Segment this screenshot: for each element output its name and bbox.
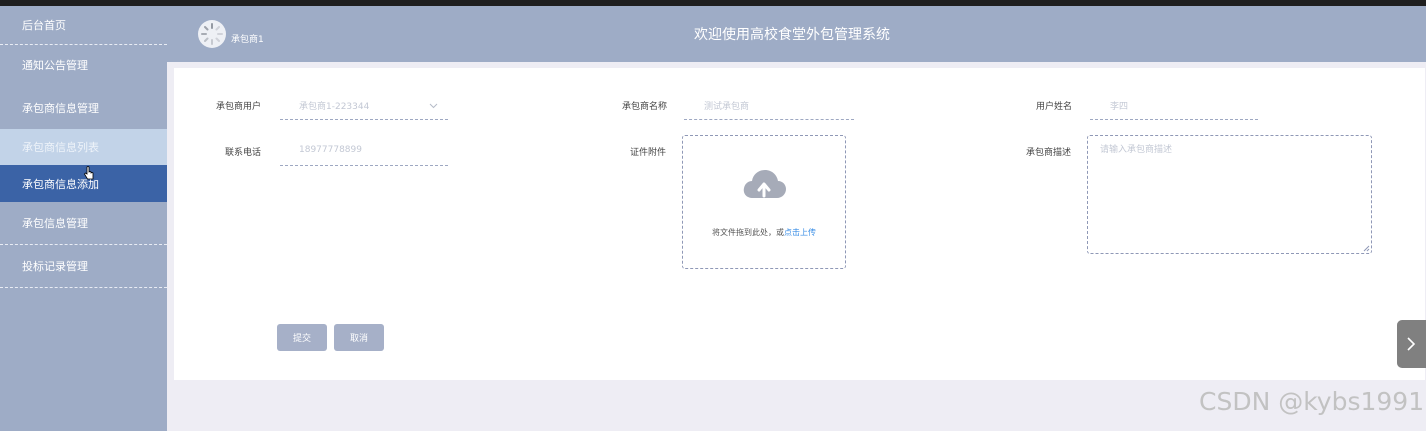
sidebar: 后台首页 通知公告管理 承包商信息管理 承包商信息列表 承包商信息添加 承包信息… bbox=[0, 6, 167, 431]
field-underline bbox=[684, 119, 854, 120]
sidebar-item-contractor-list[interactable]: 承包商信息列表 bbox=[0, 129, 167, 165]
chevron-down-icon bbox=[429, 103, 438, 109]
field-underline bbox=[280, 165, 448, 166]
sidebar-item-label: 通知公告管理 bbox=[22, 59, 88, 72]
upload-hint: 将文件拖到此处，或点击上传 bbox=[683, 227, 845, 238]
hand-cursor-icon bbox=[83, 166, 94, 180]
field-underline bbox=[280, 119, 448, 120]
cloud-upload-icon bbox=[743, 170, 786, 198]
upload-hint-text: 将文件拖到此处，或 bbox=[712, 228, 784, 237]
sidebar-item-contractor-info[interactable]: 承包商信息管理 bbox=[0, 87, 167, 129]
resize-handle-icon[interactable] bbox=[1362, 244, 1370, 252]
submit-button[interactable]: 提交 bbox=[277, 324, 327, 351]
phone-input[interactable]: 18977778899 bbox=[280, 138, 448, 166]
sidebar-item-home[interactable]: 后台首页 bbox=[0, 6, 167, 44]
sidebar-item-contract-info[interactable]: 承包信息管理 bbox=[0, 202, 167, 245]
file-upload-dropzone[interactable]: 将文件拖到此处，或点击上传 bbox=[682, 135, 846, 269]
header-bar: 承包商1 欢迎使用高校食堂外包管理系统 bbox=[167, 6, 1426, 62]
sidebar-item-label: 后台首页 bbox=[22, 19, 66, 32]
contractor-name-value: 测试承包商 bbox=[704, 102, 750, 112]
field-underline bbox=[1090, 119, 1258, 120]
description-label: 承包商描述 bbox=[1025, 148, 1071, 158]
cancel-button[interactable]: 取消 bbox=[334, 324, 384, 351]
upload-link[interactable]: 点击上传 bbox=[784, 228, 816, 237]
certificate-label: 证件附件 bbox=[629, 148, 666, 158]
phone-label: 联系电话 bbox=[224, 148, 261, 158]
page-title: 欢迎使用高校食堂外包管理系统 bbox=[694, 27, 890, 43]
sidebar-item-label: 承包商信息列表 bbox=[22, 141, 99, 154]
contractor-name-label: 承包商名称 bbox=[621, 102, 667, 112]
contractor-user-label: 承包商用户 bbox=[215, 102, 261, 112]
description-placeholder: 请输入承包商描述 bbox=[1100, 145, 1173, 155]
loading-spinner-icon bbox=[201, 23, 223, 45]
phone-value: 18977778899 bbox=[299, 145, 362, 155]
avatar[interactable] bbox=[198, 20, 226, 48]
description-textarea[interactable]: 请输入承包商描述 bbox=[1087, 135, 1372, 254]
contractor-name-input[interactable]: 测试承包商 bbox=[684, 92, 854, 120]
watermark: CSDN @kybs1991 bbox=[1199, 387, 1425, 416]
form-panel: 承包商用户 承包商1-223344 承包商名称 测试承包商 用户姓名 李四 联系… bbox=[174, 68, 1425, 380]
user-name-value: 李四 bbox=[1110, 102, 1129, 112]
sidebar-item-bid-records[interactable]: 投标记录管理 bbox=[0, 245, 167, 288]
contractor-user-value: 承包商1-223344 bbox=[299, 102, 370, 112]
chevron-right-icon bbox=[1407, 337, 1416, 351]
user-name-input[interactable]: 李四 bbox=[1090, 92, 1258, 120]
app-window: 后台首页 通知公告管理 承包商信息管理 承包商信息列表 承包商信息添加 承包信息… bbox=[0, 6, 1426, 431]
sidebar-item-notices[interactable]: 通知公告管理 bbox=[0, 44, 167, 86]
side-panel-toggle[interactable] bbox=[1397, 320, 1426, 368]
user-name-label: 用户姓名 bbox=[1035, 102, 1072, 112]
sidebar-item-label: 承包信息管理 bbox=[22, 217, 88, 230]
username-label[interactable]: 承包商1 bbox=[231, 32, 264, 45]
sidebar-item-label: 承包商信息管理 bbox=[22, 102, 99, 115]
contractor-user-select[interactable]: 承包商1-223344 bbox=[280, 92, 448, 120]
sidebar-item-label: 投标记录管理 bbox=[22, 260, 88, 273]
